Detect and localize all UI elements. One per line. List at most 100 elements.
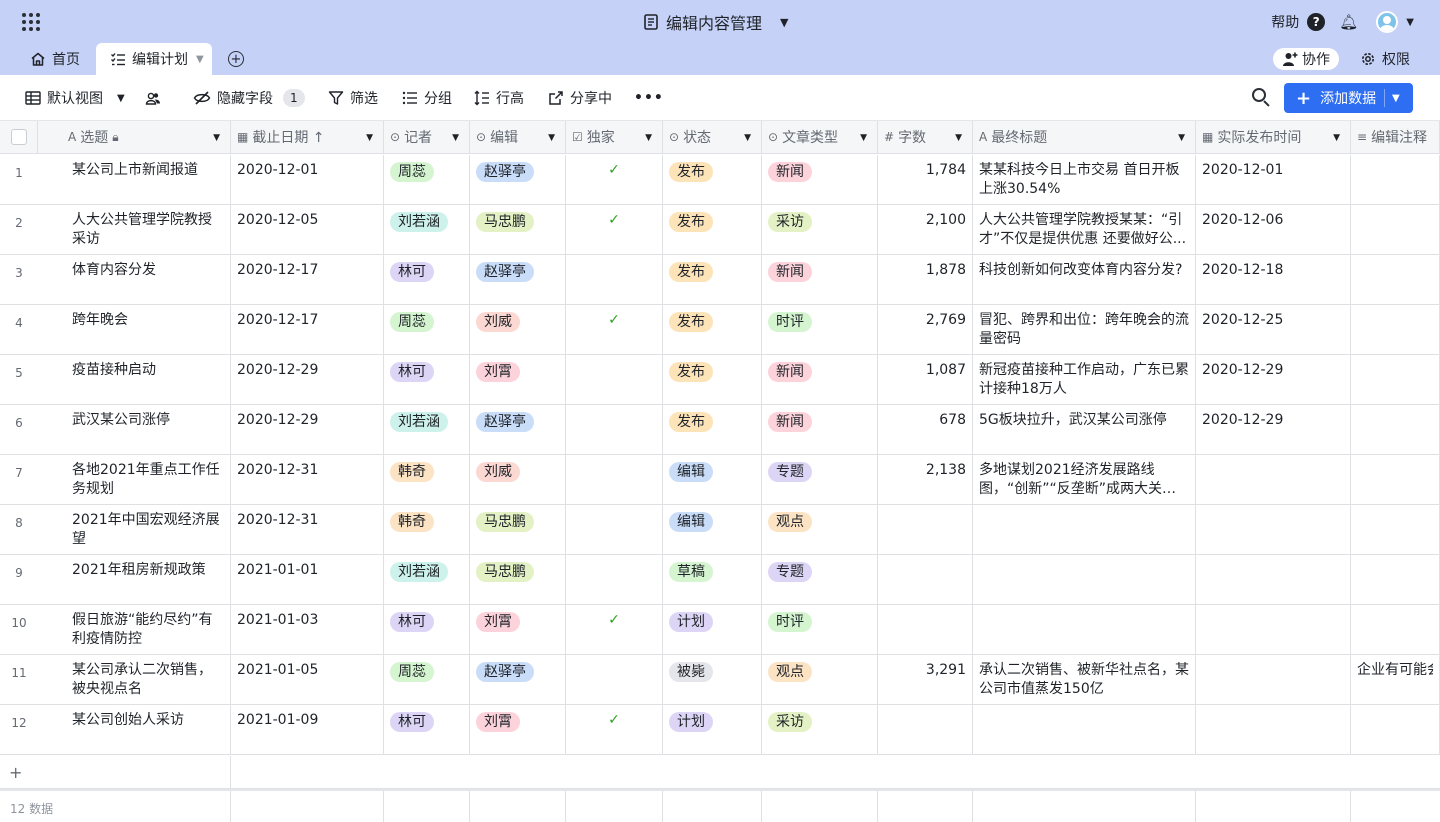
cell-editor[interactable]: 马忠鹏	[470, 205, 566, 255]
add-data-button[interactable]: + 添加数据 ▼	[1284, 83, 1413, 113]
cell-notes[interactable]	[1351, 405, 1440, 455]
cell-topic[interactable]: 某公司上市新闻报道	[38, 155, 231, 205]
cell-deadline[interactable]: 2020-12-17	[231, 255, 384, 305]
view-switcher[interactable]: 默认视图 ▼	[25, 88, 125, 108]
cell-words[interactable]: 2,100	[878, 205, 973, 255]
help-icon[interactable]: ?	[1307, 13, 1326, 31]
add-row-icon[interactable]: +	[9, 763, 22, 782]
chevron-down-icon[interactable]: ▼	[1178, 133, 1185, 143]
chevron-down-icon[interactable]: ▼	[366, 133, 373, 143]
cell-type[interactable]: 新闻	[762, 155, 878, 205]
column-header-notes[interactable]: ≡ 编辑注释	[1351, 121, 1440, 154]
chevron-down-icon[interactable]: ▼	[117, 93, 125, 104]
tab-edit-plan[interactable]: 编辑计划 ▼	[96, 43, 212, 75]
cell-notes[interactable]	[1351, 355, 1440, 405]
cell-deadline[interactable]: 2020-12-17	[231, 305, 384, 355]
cell-notes[interactable]	[1351, 605, 1440, 655]
cell-exclusive[interactable]: ✓	[566, 205, 663, 255]
cell-words[interactable]	[878, 505, 973, 555]
cell-reporter[interactable]: 周蕊	[384, 655, 470, 705]
column-header-type[interactable]: ⊙ 文章类型 ▼	[762, 121, 878, 154]
cell-status[interactable]: 编辑	[663, 505, 762, 555]
cell-notes[interactable]	[1351, 305, 1440, 355]
cell-reporter[interactable]: 林可	[384, 605, 470, 655]
table-row[interactable]: 5 疫苗接种启动 2020-12-29 林可 刘霄 发布 新闻 1,087 新冠疫苗接种工作启动…	[0, 355, 1440, 405]
cell-publish_date[interactable]	[1196, 605, 1351, 655]
cell-reporter[interactable]: 刘若涵	[384, 205, 470, 255]
cell-reporter[interactable]: 周蕊	[384, 155, 470, 205]
column-header-deadline[interactable]: ▦ 截止日期 ↑ ▼	[231, 121, 384, 154]
search-icon[interactable]	[1250, 86, 1272, 108]
cell-publish_date[interactable]	[1196, 555, 1351, 605]
cell-topic[interactable]: 假日旅游“能约尽约”有利疫情防控	[38, 605, 231, 655]
cell-status[interactable]: 发布	[663, 205, 762, 255]
cell-words[interactable]: 2,138	[878, 455, 973, 505]
share-button[interactable]: 分享中	[548, 88, 612, 108]
cell-publish_date[interactable]: 2020-12-29	[1196, 355, 1351, 405]
cell-deadline[interactable]: 2020-12-29	[231, 355, 384, 405]
cell-publish_date[interactable]: 2020-12-25	[1196, 305, 1351, 355]
cell-deadline[interactable]: 2021-01-03	[231, 605, 384, 655]
cell-status[interactable]: 草稿	[663, 555, 762, 605]
cell-reporter[interactable]: 韩奇	[384, 505, 470, 555]
cell-status[interactable]: 发布	[663, 355, 762, 405]
table-row[interactable]: 1 某公司上市新闻报道 2020-12-01 周蕊 赵驿亭 ✓ 发布 新闻 1,784 某某科技今…	[0, 155, 1440, 205]
cell-exclusive[interactable]	[566, 455, 663, 505]
cell-deadline[interactable]: 2020-12-05	[231, 205, 384, 255]
add-tab-button[interactable]: +	[228, 51, 244, 67]
cell-reporter[interactable]: 周蕊	[384, 305, 470, 355]
collaborate-button[interactable]: 协作	[1273, 48, 1339, 70]
cell-exclusive[interactable]	[566, 505, 663, 555]
cell-status[interactable]: 发布	[663, 305, 762, 355]
cell-notes[interactable]	[1351, 205, 1440, 255]
cell-editor[interactable]: 刘霄	[470, 605, 566, 655]
cell-reporter[interactable]: 林可	[384, 255, 470, 305]
cell-reporter[interactable]: 刘若涵	[384, 555, 470, 605]
cell-deadline[interactable]: 2020-12-31	[231, 455, 384, 505]
hide-fields-button[interactable]: 隐藏字段 1	[193, 88, 305, 108]
help-label[interactable]: 帮助	[1271, 12, 1299, 32]
cell-editor[interactable]: 赵驿亭	[470, 655, 566, 705]
cell-topic[interactable]: 各地2021年重点工作任务规划	[38, 455, 231, 505]
cell-deadline[interactable]: 2021-01-09	[231, 705, 384, 755]
chevron-down-icon[interactable]: ▼	[1333, 133, 1340, 143]
chevron-down-icon[interactable]: ▼	[955, 133, 962, 143]
cell-words[interactable]	[878, 555, 973, 605]
cell-final_title[interactable]: 多地谋划2021经济发展路线图，“创新”“反垄断”成两大关键词	[973, 455, 1196, 505]
column-header-topic[interactable]: A 选题 🔒︎ ▼	[38, 121, 231, 154]
cell-deadline[interactable]: 2020-12-29	[231, 405, 384, 455]
cell-words[interactable]: 1,087	[878, 355, 973, 405]
row-height-button[interactable]: 行高	[474, 88, 524, 108]
column-header-publish_date[interactable]: ▦ 实际发布时间 ▼	[1196, 121, 1351, 154]
cell-final_title[interactable]	[973, 605, 1196, 655]
cell-type[interactable]: 专题	[762, 555, 878, 605]
cell-status[interactable]: 发布	[663, 405, 762, 455]
column-header-final_title[interactable]: A 最终标题 ▼	[973, 121, 1196, 154]
chevron-down-icon[interactable]: ▼	[452, 133, 459, 143]
group-button[interactable]: 分组	[402, 88, 452, 108]
cell-notes[interactable]	[1351, 255, 1440, 305]
table-row[interactable]: 3 体育内容分发 2020-12-17 林可 赵驿亭 发布 新闻 1,878 科技创新如何改变体…	[0, 255, 1440, 305]
cell-editor[interactable]: 刘威	[470, 455, 566, 505]
table-row[interactable]: 7 各地2021年重点工作任务规划 2020-12-31 韩奇 刘威 编辑 专题 2,138 多…	[0, 455, 1440, 505]
cell-status[interactable]: 发布	[663, 155, 762, 205]
cell-words[interactable]: 1,784	[878, 155, 973, 205]
cell-reporter[interactable]: 林可	[384, 705, 470, 755]
cell-topic[interactable]: 某公司创始人采访	[38, 705, 231, 755]
cell-type[interactable]: 采访	[762, 705, 878, 755]
cell-editor[interactable]: 马忠鹏	[470, 555, 566, 605]
cell-topic[interactable]: 武汉某公司涨停	[38, 405, 231, 455]
column-header-reporter[interactable]: ⊙ 记者 ▼	[384, 121, 470, 154]
cell-exclusive[interactable]	[566, 555, 663, 605]
cell-exclusive[interactable]	[566, 405, 663, 455]
cell-exclusive[interactable]: ✓	[566, 305, 663, 355]
cell-topic[interactable]: 体育内容分发	[38, 255, 231, 305]
cell-editor[interactable]: 赵驿亭	[470, 255, 566, 305]
cell-publish_date[interactable]: 2020-12-18	[1196, 255, 1351, 305]
cell-type[interactable]: 时评	[762, 305, 878, 355]
add-row[interactable]: +	[0, 756, 1440, 789]
cell-notes[interactable]	[1351, 555, 1440, 605]
cell-exclusive[interactable]: ✓	[566, 155, 663, 205]
select-all-checkbox[interactable]	[0, 121, 38, 154]
cell-words[interactable]: 2,769	[878, 305, 973, 355]
